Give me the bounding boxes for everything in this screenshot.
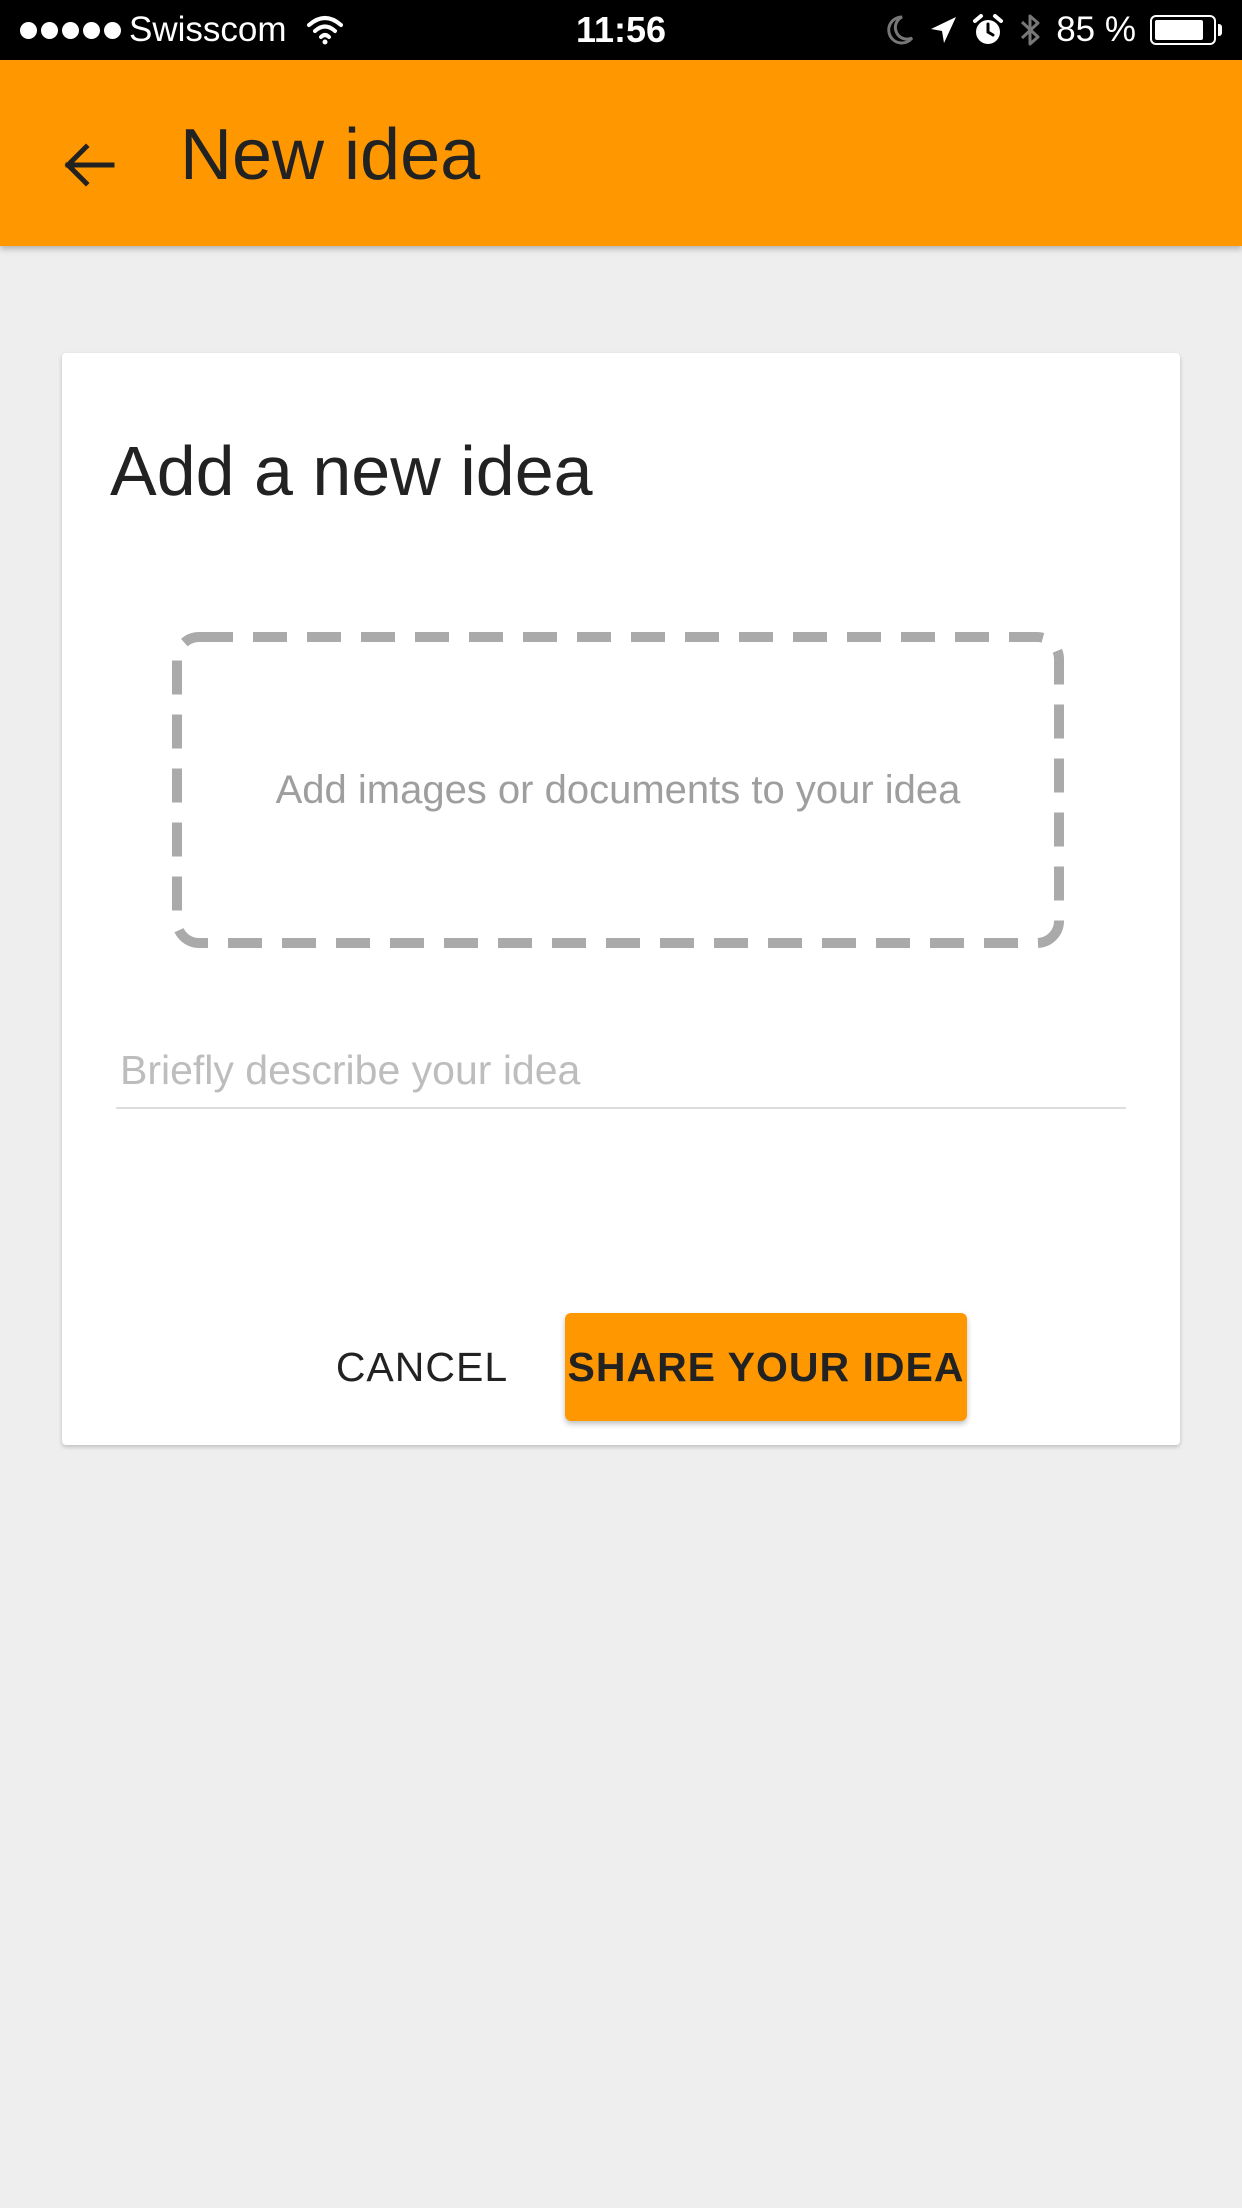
dropzone-label: Add images or documents to your idea: [275, 767, 961, 812]
card-title: Add a new idea: [110, 432, 593, 510]
battery-level: [1155, 20, 1203, 40]
page-title: New idea: [180, 115, 481, 195]
bluetooth-icon: [1021, 14, 1040, 46]
battery-tip: [1218, 24, 1222, 36]
battery-percent: 85 %: [1056, 10, 1136, 49]
description-input[interactable]: [116, 1033, 1126, 1109]
status-bar: Swisscom 11:56 85 %: [0, 0, 1242, 60]
share-idea-button[interactable]: SHARE YOUR IDEA: [565, 1313, 967, 1421]
moon-icon: [887, 15, 914, 45]
app-bar: New idea: [0, 60, 1242, 246]
back-button[interactable]: [40, 115, 140, 215]
status-right: 85 %: [884, 0, 1222, 60]
new-idea-card: Add a new idea Add images or documents t…: [62, 353, 1180, 1445]
arrow-left-icon: [64, 143, 115, 187]
location-arrow-icon: [931, 17, 957, 43]
attachment-dropzone[interactable]: Add images or documents to your idea: [172, 632, 1064, 948]
battery-icon: [1150, 15, 1216, 45]
cancel-button[interactable]: CANCEL: [310, 1313, 534, 1421]
alarm-icon: [973, 14, 1004, 44]
